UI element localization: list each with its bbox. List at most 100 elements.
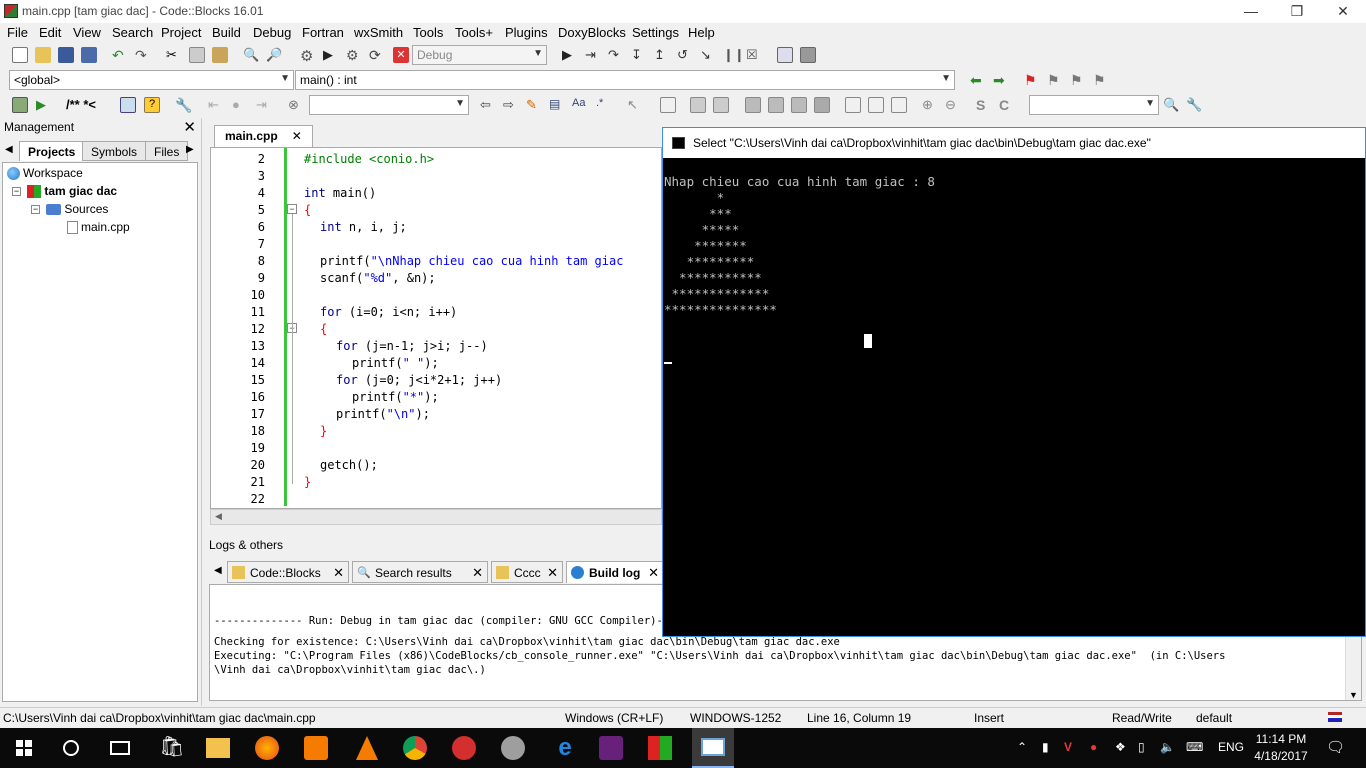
debug-info-icon[interactable] — [800, 47, 816, 63]
wx-dialog-icon[interactable] — [868, 97, 884, 113]
scroll-left-icon[interactable]: ◀ — [215, 511, 222, 522]
html-doc-icon[interactable] — [120, 97, 136, 113]
abort-icon[interactable]: ✕ — [393, 47, 409, 63]
wx-panel-icon[interactable] — [745, 97, 761, 113]
copy-icon[interactable] — [189, 47, 205, 63]
unikey-icon[interactable] — [452, 736, 476, 760]
menu-wxsmith[interactable]: wxSmith — [354, 25, 403, 40]
foxit-reader-icon[interactable] — [304, 736, 328, 760]
wx-window-icon[interactable] — [891, 97, 907, 113]
editor-horizontal-scrollbar[interactable]: ◀ — [210, 509, 662, 525]
menu-fortran[interactable]: Fortran — [302, 25, 344, 40]
wx-sizer-icon[interactable] — [768, 97, 784, 113]
zoom-in-icon[interactable]: ⊕ — [922, 97, 938, 113]
vlc-icon[interactable] — [356, 736, 378, 760]
code-editor[interactable]: 2 3 4 5 6 7 8 9 10 11 12 13 14 15 16 17 … — [210, 147, 662, 509]
nav-last-icon[interactable]: ⇥ — [256, 97, 272, 113]
toggle-bookmark-icon[interactable]: ⚑ — [1024, 72, 1040, 88]
chrome-icon[interactable] — [403, 736, 427, 760]
menu-plugins[interactable]: Plugins — [505, 25, 548, 40]
close-tab-icon[interactable]: ✕ — [333, 565, 344, 581]
cortana-search-icon[interactable] — [63, 740, 79, 756]
tree-file-main-cpp[interactable]: main.cpp — [67, 220, 130, 235]
scope-select[interactable]: <global> ▼ — [9, 70, 294, 90]
console-output[interactable]: Nhap chieu cao cua hinh tam giac : 8 * *… — [663, 158, 1365, 636]
zoom-out-icon[interactable]: ⊖ — [945, 97, 961, 113]
firefox-icon[interactable] — [255, 736, 279, 760]
menu-doxyblocks[interactable]: DoxyBlocks — [558, 25, 626, 40]
unikey-tray-icon[interactable]: ● — [1090, 740, 1097, 754]
close-tab-icon[interactable]: ✕ — [547, 565, 558, 581]
search-prev-icon[interactable]: ⇦ — [480, 97, 496, 113]
build-and-run-icon[interactable]: ⚙ — [346, 47, 362, 63]
codeblocks-taskbar-icon[interactable] — [648, 736, 672, 760]
clear-bookmarks-icon[interactable]: ⚑ — [1093, 72, 1109, 88]
collapse-icon[interactable]: − — [31, 205, 40, 215]
close-tab-icon[interactable]: ✕ — [292, 129, 302, 143]
open-folder-icon[interactable] — [35, 47, 51, 63]
wx-frame-icon[interactable] — [845, 97, 861, 113]
close-window-button[interactable]: ✕ — [1320, 0, 1366, 23]
tray-chevron-icon[interactable]: ⌃ — [1017, 740, 1027, 754]
save-icon[interactable] — [58, 47, 74, 63]
paste-icon[interactable] — [212, 47, 228, 63]
search-next-icon[interactable]: ⇨ — [503, 97, 519, 113]
wx-grid-icon[interactable] — [814, 97, 830, 113]
build-gear-icon[interactable]: ⚙ — [300, 47, 316, 65]
menu-build[interactable]: Build — [212, 25, 241, 40]
scroll-down-icon[interactable]: ▼ — [1349, 690, 1358, 700]
run-to-cursor-icon[interactable]: ⇥ — [585, 47, 601, 63]
save-all-icon[interactable] — [81, 47, 97, 63]
menu-project[interactable]: Project — [161, 25, 201, 40]
tab-projects[interactable]: Projects — [19, 141, 85, 161]
antivirus-icon[interactable]: V — [1064, 740, 1072, 754]
tab-cccc[interactable]: Cccc ✕ — [491, 561, 563, 583]
store-icon[interactable]: 🛍 — [157, 734, 187, 764]
menu-debug[interactable]: Debug — [253, 25, 291, 40]
extract-doc-icon[interactable]: ▶ — [36, 97, 52, 113]
clock[interactable]: 11:14 PM 4/18/2017 — [1253, 731, 1309, 765]
app-globe-icon[interactable] — [501, 736, 525, 760]
debug-run-icon[interactable]: ▶ — [562, 47, 578, 63]
input-language[interactable]: ENG — [1218, 740, 1244, 754]
task-view-icon[interactable] — [110, 741, 130, 755]
prev-bookmark-icon[interactable]: ⚑ — [1047, 72, 1063, 88]
next-bookmark-icon[interactable]: ⚑ — [1070, 72, 1086, 88]
symbol-select[interactable]: ▼ — [1029, 95, 1159, 115]
build-target-select[interactable]: Debug ▼ — [412, 45, 547, 65]
tabs-scroll-left-icon[interactable]: ◀ — [5, 144, 13, 155]
menu-settings[interactable]: Settings — [632, 25, 679, 40]
menu-edit[interactable]: Edit — [39, 25, 61, 40]
settings-wrench-icon[interactable]: 🔧 — [175, 97, 192, 113]
highlight-icon[interactable]: ✎ — [526, 97, 542, 113]
stop-debug-icon[interactable]: ☒ — [746, 47, 762, 63]
symbol-c-icon[interactable]: C — [999, 97, 1015, 113]
file-explorer-icon[interactable] — [206, 738, 230, 758]
close-tab-icon[interactable]: ✕ — [648, 565, 659, 581]
find-icon[interactable]: 🔍 — [243, 47, 259, 63]
tree-workspace[interactable]: Workspace — [7, 166, 83, 181]
jump-back-icon[interactable]: ⬅ — [970, 72, 986, 88]
wx-text-icon[interactable] — [713, 97, 729, 113]
wx-image-icon[interactable] — [690, 97, 706, 113]
volume-icon[interactable]: 🔈 — [1160, 740, 1175, 754]
incremental-search-input[interactable]: ▼ — [309, 95, 469, 115]
replace-icon[interactable]: 🔎 — [266, 47, 282, 63]
wifi-icon[interactable]: ▮ — [1042, 740, 1049, 754]
symbol-s-icon[interactable]: S — [976, 97, 992, 113]
dropbox-icon[interactable]: ❖ — [1115, 740, 1126, 754]
symbol-search-icon[interactable]: 🔍 — [1163, 97, 1179, 113]
new-file-icon[interactable] — [12, 47, 28, 63]
tab-build-log[interactable]: Build log ✕ — [566, 561, 664, 583]
regex-icon[interactable]: .* — [596, 97, 612, 113]
pointer-icon[interactable]: ↖ — [627, 97, 643, 113]
menu-view[interactable]: View — [73, 25, 101, 40]
step-into-icon[interactable]: ↧ — [631, 47, 647, 63]
redo-icon[interactable]: ↷ — [135, 47, 151, 63]
tree-sources-folder[interactable]: − Sources — [31, 202, 108, 216]
cut-icon[interactable]: ✂ — [166, 47, 182, 63]
undo-icon[interactable]: ↶ — [112, 47, 128, 63]
minimize-button[interactable]: — — [1228, 0, 1274, 23]
jump-forward-icon[interactable]: ➡ — [993, 72, 1009, 88]
tabs-scroll-right-icon[interactable]: ▶ — [186, 144, 194, 155]
